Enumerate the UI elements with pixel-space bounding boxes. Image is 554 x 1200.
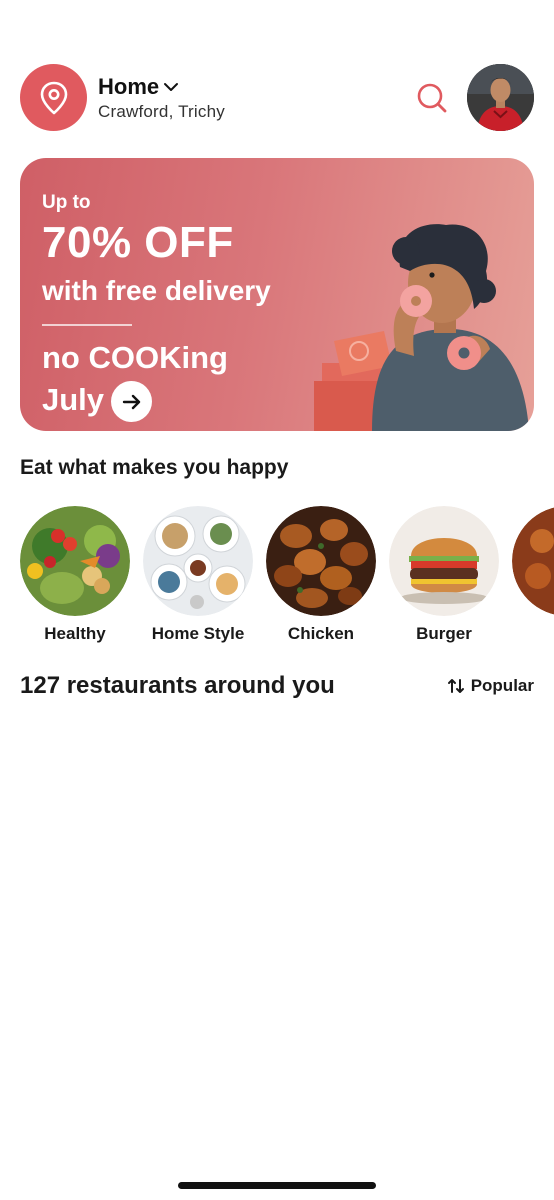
category-label: Healthy bbox=[44, 624, 106, 643]
banner-promo-line2: July bbox=[42, 382, 105, 417]
avatar[interactable] bbox=[467, 64, 534, 131]
chicken-food-image bbox=[266, 506, 376, 616]
header: Home Crawford, Trichy bbox=[20, 64, 534, 132]
avatar-image bbox=[467, 64, 534, 131]
categories-title: Eat what makes you happy bbox=[20, 456, 289, 479]
home-indicator[interactable] bbox=[178, 1182, 376, 1189]
search-icon bbox=[417, 83, 447, 113]
sort-label: Popular bbox=[470, 676, 534, 695]
search-button[interactable] bbox=[414, 80, 450, 116]
location-title: Home bbox=[98, 74, 160, 99]
food-image bbox=[512, 507, 554, 615]
banner-arrow-button[interactable] bbox=[111, 381, 152, 422]
category-label: Home Style bbox=[151, 624, 245, 643]
banner-divider bbox=[42, 324, 132, 326]
category-carousel[interactable]: Healthy Home Style Chicken Burger bbox=[20, 506, 554, 646]
category-home-style[interactable]: Home Style bbox=[143, 506, 253, 644]
category-chicken[interactable]: Chicken bbox=[266, 506, 376, 644]
chevron-down-icon bbox=[164, 83, 179, 91]
category-partial[interactable] bbox=[512, 506, 554, 616]
burger-food-image bbox=[389, 506, 499, 616]
sort-button[interactable]: Popular bbox=[447, 676, 534, 696]
banner-promo-line1: no COOKing bbox=[42, 340, 228, 375]
category-label: Burger bbox=[416, 624, 472, 643]
location-selector[interactable]: Home bbox=[98, 74, 179, 100]
promo-banner[interactable]: Up to 70% OFF with free delivery no COOK… bbox=[20, 158, 534, 431]
category-healthy[interactable]: Healthy bbox=[20, 506, 130, 644]
banner-headline: 70% OFF bbox=[42, 218, 234, 267]
map-pin-icon bbox=[40, 81, 67, 114]
location-subtitle: Crawford, Trichy bbox=[98, 102, 225, 121]
person-eating-donut-illustration bbox=[314, 224, 529, 431]
category-label: Chicken bbox=[287, 624, 355, 643]
category-burger[interactable]: Burger bbox=[389, 506, 499, 644]
location-badge[interactable] bbox=[20, 64, 87, 131]
sort-arrows-icon bbox=[447, 679, 464, 693]
healthy-food-image bbox=[20, 506, 130, 616]
home-style-food-image bbox=[143, 506, 253, 616]
banner-subline: with free delivery bbox=[42, 275, 271, 306]
arrow-right-icon bbox=[122, 394, 140, 409]
banner-upto-text: Up to bbox=[42, 192, 91, 213]
restaurants-count: 127 restaurants around you bbox=[20, 672, 335, 699]
